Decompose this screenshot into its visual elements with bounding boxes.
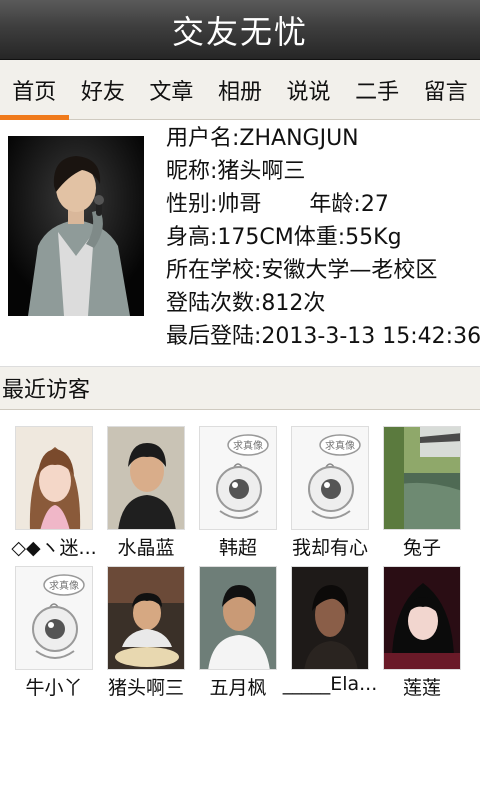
recent-visitors-header: 最近访客 (0, 366, 480, 410)
visitor-name: 猪头啊三 (107, 677, 184, 699)
tab-label: 相册 (217, 80, 262, 105)
tab-label: 首页 (12, 80, 57, 105)
visitor-name: 牛小丫 (25, 677, 83, 699)
tab-albums[interactable]: 相册 (206, 60, 275, 120)
visitor-grid: ◇◆ヽ迷... 水晶蓝 求真像 韩超 求真像 我却有心 兔子 求真像 牛小丫 猪… (0, 410, 480, 710)
login-count-text: 登陆次数:812次 (166, 291, 326, 316)
last-login-text: 最后登陆:2013-3-13 15:42:36 (166, 324, 480, 349)
tab-bar: 首页 好友 文章 相册 说说 二手 留言 (0, 60, 480, 120)
title-bar: 交友无忧 (0, 0, 480, 60)
default-avatar-icon[interactable]: 求真像 (291, 426, 369, 530)
svg-text:求真像: 求真像 (325, 439, 355, 452)
svg-text:求真像: 求真像 (233, 439, 263, 452)
gender-age-row: 性别:帅哥 年龄:27 (166, 188, 478, 221)
tab-posts[interactable]: 说说 (274, 60, 343, 120)
svg-text:求真像: 求真像 (49, 579, 79, 592)
visitor-avatar-photo[interactable] (15, 426, 93, 530)
section-title: 最近访客 (2, 378, 91, 403)
visitor-avatar-photo[interactable] (383, 566, 461, 670)
visitor-item[interactable]: 求真像 我却有心 (284, 410, 376, 559)
school-text: 所在学校:安徽大学—老校区 (166, 258, 438, 283)
visitor-item[interactable]: ◇◆ヽ迷... (8, 410, 100, 559)
visitor-item[interactable]: _____Ela... (283, 550, 377, 695)
age-text: 年龄:27 (309, 192, 389, 217)
tab-articles[interactable]: 文章 (137, 60, 206, 120)
visitor-item[interactable]: 水晶蓝 (100, 410, 192, 559)
tab-label: 好友 (80, 80, 125, 105)
visitor-item[interactable]: 求真像 牛小丫 (8, 550, 100, 699)
tab-messages[interactable]: 留言 (411, 60, 480, 120)
tab-home[interactable]: 首页 (0, 60, 69, 120)
tab-label: 留言 (423, 80, 468, 105)
visitor-item[interactable]: 兔子 (376, 410, 468, 559)
username-text: 用户名:ZHANGJUN (166, 126, 359, 151)
visitor-name: 五月枫 (209, 677, 267, 699)
tab-secondhand[interactable]: 二手 (343, 60, 412, 120)
profile-panel: 用户名:ZHANGJUN 昵称:猪头啊三 性别:帅哥 年龄:27 身高:175CM… (0, 120, 480, 366)
tab-friends[interactable]: 好友 (69, 60, 138, 120)
visitor-avatar-photo[interactable] (107, 566, 185, 670)
visitor-avatar-photo[interactable] (291, 566, 369, 670)
gender-text: 性别:帅哥 (166, 192, 262, 217)
tab-label: 文章 (149, 80, 194, 105)
profile-info: 用户名:ZHANGJUN 昵称:猪头啊三 性别:帅哥 年龄:27 身高:175CM… (166, 122, 480, 353)
visitor-name: 莲莲 (402, 677, 441, 699)
visitor-avatar-photo[interactable] (383, 426, 461, 530)
default-avatar-icon[interactable]: 求真像 (15, 566, 93, 670)
visitor-name: _____Ela... (282, 673, 378, 695)
app-title: 交友无忧 (171, 12, 308, 51)
visitor-avatar-photo[interactable] (107, 426, 185, 530)
tab-label: 二手 (355, 80, 400, 105)
visitor-item[interactable]: 五月枫 (192, 550, 284, 699)
nickname-text: 昵称:猪头啊三 (166, 159, 306, 184)
default-avatar-icon[interactable]: 求真像 (199, 426, 277, 530)
visitor-item[interactable]: 求真像 韩超 (192, 410, 284, 559)
visitor-avatar-photo[interactable] (199, 566, 277, 670)
visitor-item[interactable]: 猪头啊三 (100, 550, 192, 699)
height-weight-text: 身高:175CM体重:55Kg (166, 225, 402, 250)
tab-label: 说说 (286, 80, 331, 105)
profile-avatar[interactable] (8, 136, 144, 316)
visitor-item[interactable]: 莲莲 (376, 550, 468, 699)
